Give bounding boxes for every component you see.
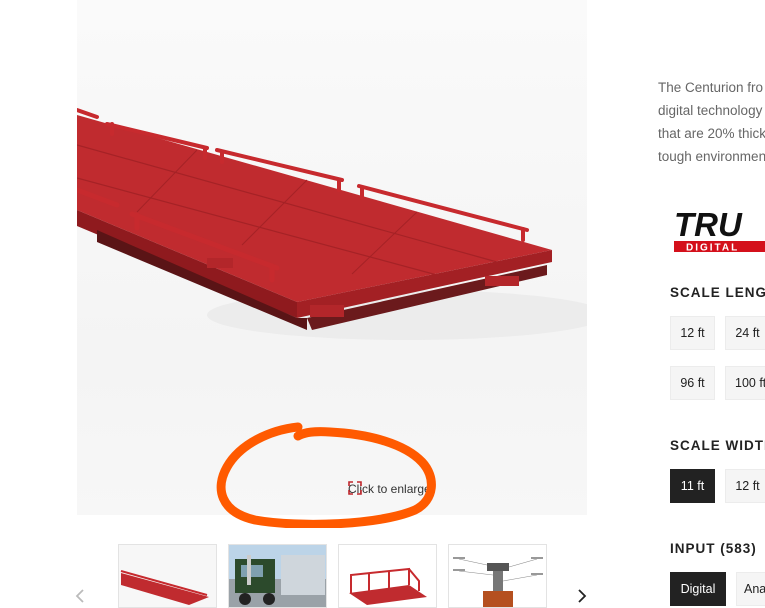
chevron-right-icon [578, 589, 587, 603]
scale-width-option[interactable]: 12 ft [725, 469, 765, 503]
scale-length-title: SCALE LENGTH [670, 285, 765, 300]
description-line: tough environmen [658, 149, 765, 164]
input-option[interactable]: Ana [736, 572, 765, 606]
description-line: that are 20% thick [658, 126, 765, 141]
thumbnail-1[interactable] [118, 544, 217, 608]
input-option-selected[interactable]: Digital [670, 572, 726, 606]
brand-logo-subtext: DIGITAL [686, 243, 739, 254]
description-line: digital technology [658, 103, 763, 118]
scale-length-option[interactable]: 100 ft [725, 366, 765, 400]
thumbnail-next-button[interactable] [575, 586, 589, 606]
chevron-left-icon [75, 589, 84, 603]
main-product-image[interactable]: Click to enlarge [77, 0, 587, 515]
description-line: The Centurion fro [658, 80, 764, 95]
thumbnail-strip [75, 543, 597, 608]
thumbnail-2[interactable] [228, 544, 327, 608]
input-title: INPUT (583) [670, 541, 757, 556]
truck-scale-illustration [77, 108, 587, 340]
scale-width-title: SCALE WIDTH ( [670, 438, 765, 453]
thumbnail-4[interactable] [448, 544, 547, 608]
scale-length-option[interactable]: 24 ft [725, 316, 765, 350]
scale-length-option[interactable]: 12 ft [670, 316, 715, 350]
scale-length-option[interactable]: 96 ft [670, 366, 715, 400]
brand-logo-text: TRU [674, 206, 743, 243]
scale-width-option-selected[interactable]: 11 ft [670, 469, 715, 503]
thumbnail-prev-button[interactable] [73, 586, 87, 606]
expand-icon [348, 481, 459, 496]
thumbnail-3[interactable] [338, 544, 437, 608]
click-to-enlarge[interactable]: Click to enlarge [348, 481, 459, 497]
brand-logo: TRU DIGITAL [672, 206, 765, 259]
product-description: The Centurion fro digital technology tha… [658, 76, 765, 168]
